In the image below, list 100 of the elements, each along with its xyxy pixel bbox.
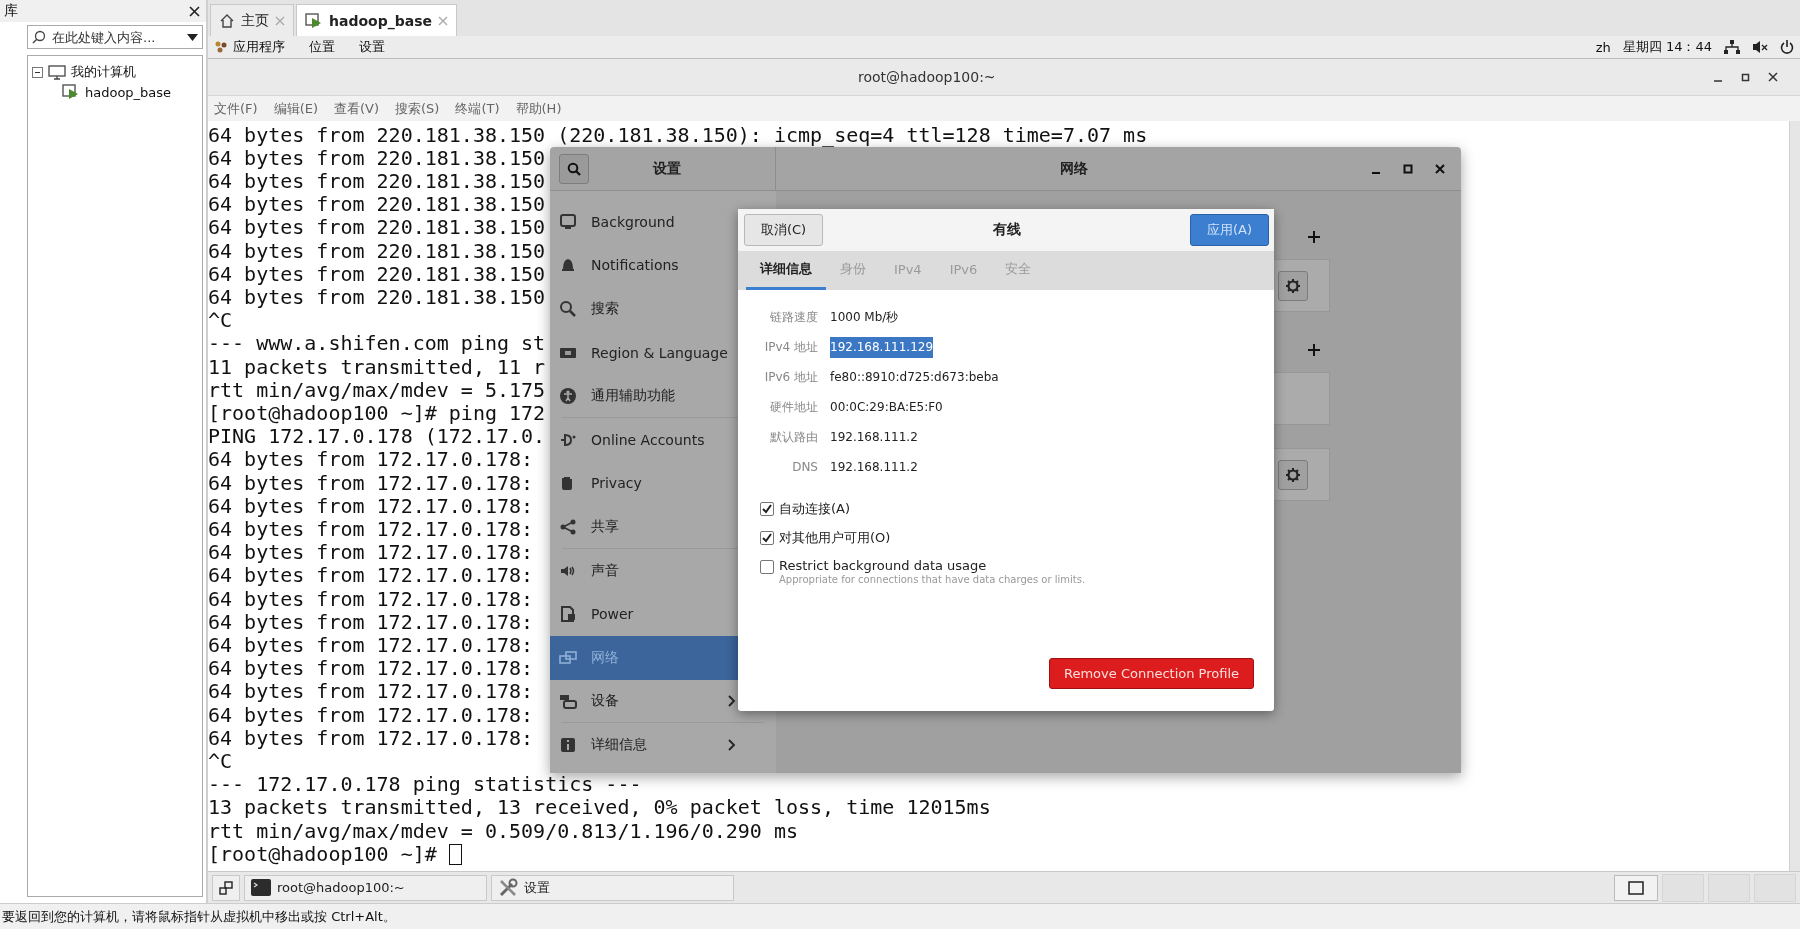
- status-text: 要返回到您的计算机，请将鼠标指针从虚拟机中移出或按 Ctrl+Alt。: [2, 907, 396, 926]
- search-icon: [559, 300, 577, 318]
- menu-item[interactable]: 设置: [359, 38, 385, 56]
- field-value: 192.168.111.2: [830, 459, 918, 476]
- taskbar-task[interactable]: 设置: [491, 874, 734, 901]
- terminal-line: rtt min/avg/max/mdev = 0.509/0.813/1.196/0.290 ms: [208, 819, 798, 843]
- menu-item[interactable]: 位置: [309, 38, 335, 56]
- input-method[interactable]: zh: [1595, 39, 1611, 55]
- computers-icon: [559, 648, 577, 667]
- terminal-line: 64 bytes from 220.181.38.150: [208, 169, 546, 194]
- field-value: 192.168.111.129: [830, 337, 934, 358]
- clock[interactable]: 星期四 14：44: [1622, 38, 1712, 56]
- terminal-line: --- www.a.shifen.com ping st: [208, 332, 546, 356]
- terminal-line: 64 bytes from 172.17.0.178:: [208, 494, 534, 518]
- window-icon: [1628, 880, 1644, 895]
- field-value: fe80::8910:d725:d673:beba: [830, 369, 999, 386]
- search-icon: [32, 30, 46, 44]
- menu-item[interactable]: 应用程序: [233, 38, 285, 56]
- terminal-line: [root@hadoop100 ~]# ping 172: [208, 401, 546, 426]
- scrollbar[interactable]: [1789, 121, 1800, 871]
- add-icon[interactable]: [1308, 231, 1320, 243]
- sidebar-item[interactable]: 详细信息: [550, 723, 776, 767]
- field-label: IPv4 地址: [763, 339, 818, 356]
- field-label: DNS: [791, 459, 818, 476]
- checkbox-label[interactable]: Restrict background data usage: [779, 558, 1086, 573]
- monitor-icon: [559, 212, 577, 231]
- terminal-line: rtt min/avg/max/mdev = 5.175: [208, 378, 546, 402]
- field-label: 硬件地址: [769, 399, 818, 416]
- terminal-line: [root@hadoop100 ~]#: [208, 842, 437, 866]
- cancel-button[interactable]: 取消(C): [744, 214, 823, 246]
- close-icon[interactable]: [1435, 163, 1445, 174]
- terminal-line: --- 172.17.0.178 ping statistics ---: [208, 773, 642, 797]
- chevron-icon: [728, 738, 736, 751]
- checkbox[interactable]: [760, 560, 774, 574]
- menu-item[interactable]: 帮助(H): [515, 99, 562, 118]
- field-value: 00:0C:29:BA:E5:F0: [830, 399, 943, 416]
- search-field[interactable]: 在此处键入内容...: [27, 25, 203, 49]
- volume-muted-icon[interactable]: [1752, 40, 1768, 54]
- windows-icon: [219, 880, 233, 895]
- window-title: root@hadoop100:~: [858, 69, 996, 85]
- search-icon: [567, 161, 581, 176]
- tab[interactable]: 详细信息: [746, 251, 826, 290]
- terminal-line: 64 bytes from 172.17.0.178:: [208, 657, 534, 681]
- dialog-title: 有线: [991, 221, 1022, 239]
- menu-item[interactable]: 终端(T): [455, 99, 500, 118]
- close-icon[interactable]: [189, 5, 200, 17]
- taskbar-button[interactable]: [1614, 874, 1658, 901]
- info-icon: [559, 735, 577, 754]
- battery-icon: [559, 605, 577, 624]
- terminal-line: 64 bytes from 172.17.0.178:: [208, 680, 534, 704]
- apps-icon: [214, 40, 228, 54]
- terminal-line: 64 bytes from 172.17.0.178:: [208, 564, 534, 588]
- close-icon[interactable]: [1768, 72, 1778, 82]
- menu-item[interactable]: 查看(V): [334, 99, 380, 118]
- tree-item[interactable]: hadoop_base: [85, 84, 172, 100]
- terminal-line: 64 bytes from 172.17.0.178:: [208, 610, 534, 634]
- tree-item[interactable]: 我的计算机: [71, 63, 136, 81]
- add-icon[interactable]: [1308, 344, 1320, 356]
- devices-icon: [559, 692, 577, 711]
- dropdown-caret-icon[interactable]: [187, 34, 198, 41]
- terminal-line: 64 bytes from 220.181.38.150: [208, 285, 546, 310]
- search-button[interactable]: [559, 153, 589, 184]
- maximize-icon[interactable]: [1403, 163, 1413, 174]
- field-label: 链路速度: [769, 309, 818, 326]
- terminal-line: 64 bytes from 172.17.0.178:: [208, 726, 534, 750]
- tab[interactable]: 主页: [210, 4, 294, 36]
- terminal-line: 64 bytes from 220.181.38.150: [208, 216, 546, 240]
- settings-button[interactable]: [1278, 270, 1308, 301]
- terminal-line: 64 bytes from 172.17.0.178:: [208, 633, 534, 658]
- taskbar-task[interactable]: root@hadoop100:~: [244, 874, 487, 901]
- tab[interactable]: hadoop_base: [296, 4, 457, 36]
- terminal-line: ^C: [208, 750, 233, 774]
- taskbar-button[interactable]: [212, 874, 240, 901]
- checkbox[interactable]: [760, 502, 774, 516]
- menu-item[interactable]: 编辑(E): [273, 99, 318, 118]
- panel-title: 库: [4, 2, 18, 20]
- tools-icon: [498, 877, 518, 898]
- person-circle-icon: [559, 387, 577, 406]
- settings-button[interactable]: [1278, 459, 1308, 490]
- terminal-line: 64 bytes from 172.17.0.178:: [208, 471, 534, 495]
- field-value: 1000 Mb/秒: [830, 309, 899, 326]
- checkbox[interactable]: [760, 531, 774, 545]
- terminal-line: 64 bytes from 172.17.0.178:: [208, 517, 534, 542]
- page-title: 网络: [1058, 159, 1089, 178]
- terminal-line: 64 bytes from 172.17.0.178:: [208, 587, 534, 611]
- checkbox-label[interactable]: 自动连接(A): [779, 500, 851, 518]
- field-label: 默认路由: [769, 429, 818, 446]
- monitor-icon: [48, 64, 66, 80]
- menu-item[interactable]: 搜索(S): [395, 99, 440, 118]
- menu-item[interactable]: 文件(F): [214, 99, 258, 118]
- power-icon[interactable]: [1780, 40, 1794, 54]
- maximize-icon[interactable]: [1741, 72, 1750, 82]
- network-icon[interactable]: [1724, 40, 1740, 54]
- terminal-line: 64 bytes from 220.181.38.150: [208, 146, 546, 170]
- terminal-line: 64 bytes from 172.17.0.178:: [208, 703, 534, 727]
- remove-button[interactable]: Remove Connection Profile: [1049, 658, 1254, 689]
- checkbox-label[interactable]: 对其他用户可用(O): [779, 529, 891, 547]
- collapse-icon[interactable]: [32, 66, 43, 78]
- field-value: 192.168.111.2: [830, 429, 918, 446]
- terminal-line: 64 bytes from 220.181.38.150: [208, 262, 546, 286]
